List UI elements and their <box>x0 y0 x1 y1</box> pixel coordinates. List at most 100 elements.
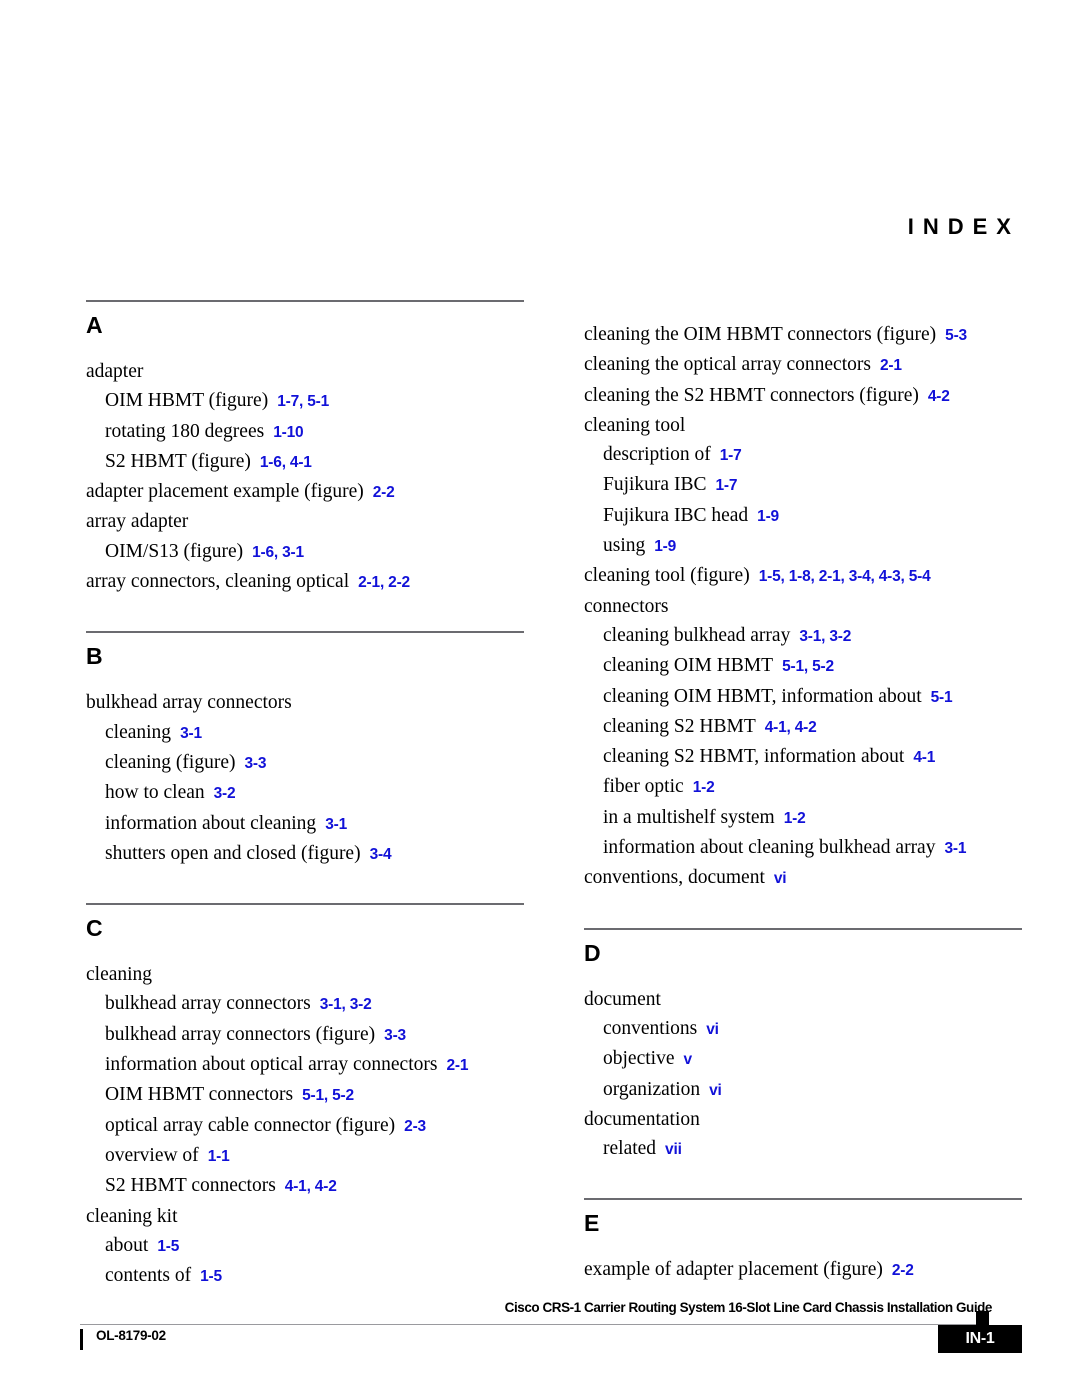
index-entry-list: document conventions vi objective v organizat… <box>584 985 1022 1165</box>
index-page-reference[interactable]: 5-1 <box>931 689 953 706</box>
index-entry-label: conventions <box>603 1017 698 1039</box>
index-page-reference[interactable]: 1-5 <box>200 1268 222 1285</box>
index-entry-label: cleaning the OIM HBMT connectors (figure… <box>584 324 937 345</box>
section-divider <box>584 927 1022 930</box>
index-page-reference[interactable]: vi <box>774 870 787 887</box>
index-entry-label: cleaning OIM HBMT <box>603 655 774 677</box>
index-page-reference[interactable]: 2-1, 2-2 <box>358 574 410 591</box>
index-page-reference[interactable]: 1-2 <box>693 779 715 796</box>
index-entry-label: OIM HBMT connectors <box>105 1084 294 1106</box>
index-page-reference[interactable]: 2-3 <box>404 1118 426 1135</box>
section-divider <box>584 1198 1022 1201</box>
index-page-reference[interactable]: 1-9 <box>757 508 779 525</box>
index-entry-label: contents of <box>105 1265 192 1287</box>
footer-page-number: IN-1 <box>938 1325 1022 1353</box>
index-subentry: cleaning OIM HBMT, information about 5-1 <box>584 682 1022 712</box>
index-page-reference[interactable]: 5-3 <box>945 327 967 344</box>
index-page-reference[interactable]: 3-1, 3-2 <box>799 628 851 645</box>
index-page-reference[interactable]: 1-7, 5-1 <box>277 393 329 410</box>
index-entry: cleaning the optical array connectors 2-1 <box>584 350 1022 380</box>
index-page-reference[interactable]: 1-5 <box>157 1238 179 1255</box>
index-page-reference[interactable]: 1-5, 1-8, 2-1, 3-4, 4-3, 5-4 <box>759 568 931 585</box>
index-subentry: cleaning OIM HBMT 5-1, 5-2 <box>584 651 1022 681</box>
index-page-reference[interactable]: 1-6, 3-1 <box>252 544 304 561</box>
index-subentry: bulkhead array connectors 3-1, 3-2 <box>86 989 524 1019</box>
index-entry-label: cleaning tool (figure) <box>584 565 750 587</box>
index-section: Eexample of adapter placement (figure) 2-… <box>584 1198 1022 1285</box>
index-entry-label: array connectors, cleaning optical <box>86 571 350 593</box>
index-entry-label: cleaning (figure) <box>105 751 236 773</box>
index-page-reference[interactable]: 3-3 <box>384 1027 406 1044</box>
index-entry-label: related <box>603 1138 657 1160</box>
index-page-reference[interactable]: 5-1, 5-2 <box>302 1087 354 1104</box>
index-page-reference[interactable]: 3-2 <box>214 785 236 802</box>
footer-tick-marker <box>976 1311 989 1326</box>
index-page-reference[interactable]: 4-1 <box>913 749 935 766</box>
index-page-reference[interactable]: 2-1 <box>880 357 902 374</box>
index-entry: cleaning the OIM HBMT connectors (figure… <box>584 320 1022 350</box>
index-page-reference[interactable]: 3-3 <box>244 755 266 772</box>
index-page-reference[interactable]: 2-2 <box>373 484 395 501</box>
index-page-reference[interactable]: 3-1 <box>944 840 966 857</box>
section-divider <box>86 631 524 634</box>
index-entry-list: example of adapter placement (figure) 2-2 <box>584 1255 1022 1285</box>
section-letter: E <box>584 1210 600 1237</box>
index-entry-label: about <box>105 1234 149 1256</box>
index-subentry: in a multishelf system 1-2 <box>584 803 1022 833</box>
index-page-reference[interactable]: 1-7 <box>715 477 737 494</box>
index-entry-label: shutters open and closed (figure) <box>105 842 361 864</box>
index-page-reference[interactable]: 1-2 <box>784 810 806 827</box>
index-entry-label: Fujikura IBC head <box>603 504 749 526</box>
index-page-reference[interactable]: vii <box>665 1141 682 1158</box>
index-page-reference[interactable]: 3-4 <box>370 846 392 863</box>
index-page-reference[interactable]: 1-6, 4-1 <box>260 454 312 471</box>
index-page-reference[interactable]: 3-1 <box>325 816 347 833</box>
index-entry-label: Fujikura IBC <box>603 474 707 496</box>
index-subentry: description of 1-7 <box>584 440 1022 470</box>
index-entry-label: document <box>584 988 661 1010</box>
index-subentry: fiber optic 1-2 <box>584 772 1022 802</box>
index-subentry: rotating 180 degrees 1-10 <box>86 417 524 447</box>
index-page-reference[interactable]: 1-10 <box>273 424 303 441</box>
index-subentry: objective v <box>584 1044 1022 1074</box>
index-subentry: how to clean 3-2 <box>86 778 524 808</box>
index-page-reference[interactable]: 2-1 <box>446 1057 468 1074</box>
index-subentry: Fujikura IBC head 1-9 <box>584 501 1022 531</box>
index-entry: cleaning tool <box>584 411 1022 440</box>
section-letter: D <box>584 939 601 966</box>
index-page-reference[interactable]: 1-1 <box>208 1148 230 1165</box>
index-page-reference[interactable]: 4-2 <box>928 388 950 405</box>
index-entry: document <box>584 985 1022 1014</box>
index-entry: connectors <box>584 592 1022 621</box>
index-page-reference[interactable]: 1-7 <box>720 447 742 464</box>
index-page-reference[interactable]: vi <box>706 1021 719 1038</box>
index-entry: cleaning kit <box>86 1202 524 1231</box>
index-page-reference[interactable]: 3-1 <box>180 725 202 742</box>
index-entry-list: cleaning the OIM HBMT connectors (figure… <box>584 320 1022 894</box>
index-entry-label: information about cleaning <box>105 812 317 834</box>
section-divider <box>86 300 524 302</box>
index-entry-list: cleaning bulkhead array connectors 3-1, 3-… <box>86 960 524 1291</box>
index-page-reference[interactable]: vi <box>709 1082 722 1099</box>
index-entry-label: adapter placement example (figure) <box>86 481 364 503</box>
index-subentry: OIM HBMT (figure) 1-7, 5-1 <box>86 386 524 416</box>
index-page-reference[interactable]: 1-9 <box>654 538 676 555</box>
index-subentry: OIM HBMT connectors 5-1, 5-2 <box>86 1080 524 1110</box>
index-entry-label: documentation <box>584 1108 700 1130</box>
index-entry-label: bulkhead array connectors <box>105 993 311 1015</box>
index-page-reference[interactable]: 5-1, 5-2 <box>782 658 834 675</box>
footer-docid-bar <box>80 1329 83 1350</box>
index-page-reference[interactable]: 3-1, 3-2 <box>320 996 372 1013</box>
index-subentry: cleaning S2 HBMT, information about 4-1 <box>584 742 1022 772</box>
index-page-reference[interactable]: 2-2 <box>892 1262 914 1279</box>
index-entry-label: rotating 180 degrees <box>105 420 265 442</box>
footer-document-id: OL-8179-02 <box>96 1328 166 1343</box>
index-subentry: cleaning 3-1 <box>86 718 524 748</box>
index-entry: cleaning <box>86 960 524 989</box>
index-entry-label: information about optical array connecto… <box>105 1054 438 1076</box>
index-entry-label: information about cleaning bulkhead arra… <box>603 837 936 859</box>
index-page-reference[interactable]: 4-1, 4-2 <box>765 719 817 736</box>
index-page-reference[interactable]: v <box>683 1051 692 1068</box>
index-page-reference[interactable]: 4-1, 4-2 <box>285 1178 337 1195</box>
index-subentry: shutters open and closed (figure) 3-4 <box>86 839 524 869</box>
